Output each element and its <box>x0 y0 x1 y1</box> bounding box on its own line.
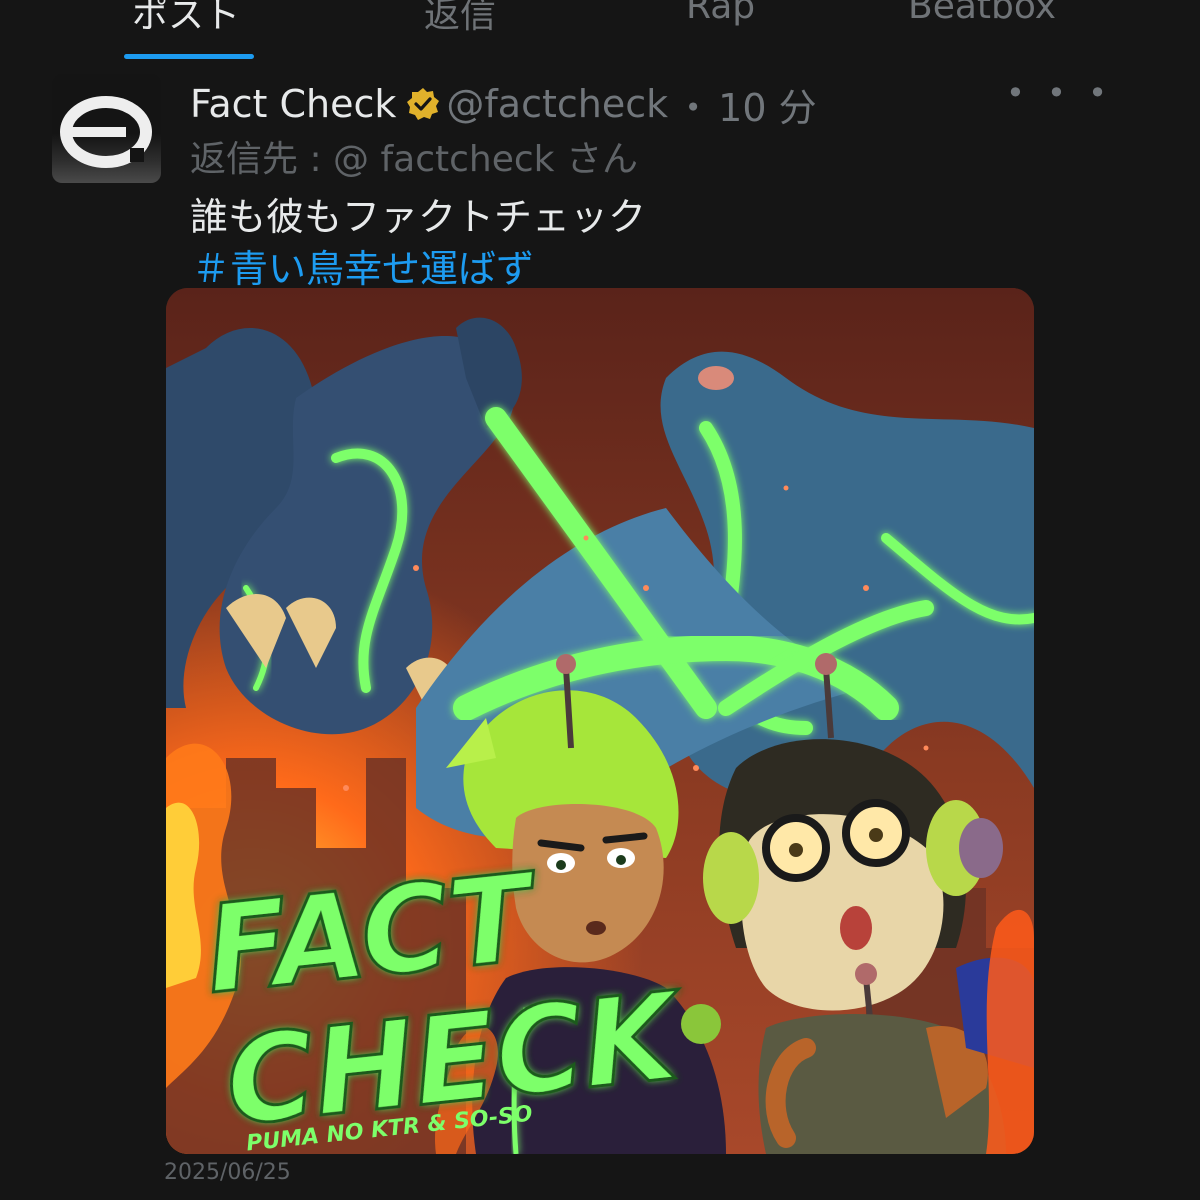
more-options-icon[interactable]: • • • <box>1006 74 1113 112</box>
album-cover-art: FACT CHECK PUMA NO KTR & SO-SO <box>166 288 1034 1154</box>
verified-badge-icon <box>406 87 440 121</box>
tab-rap[interactable]: Rap <box>686 0 755 27</box>
tab-bar: ポスト 返信 Rap Beatbox <box>0 0 1200 62</box>
author-handle[interactable]: @factcheck <box>446 82 668 126</box>
separator-dot: ・ <box>674 85 713 130</box>
avatar[interactable] <box>52 74 161 183</box>
reply-to-label: 返信先 : @ factcheck さん <box>190 139 638 180</box>
author-display-name[interactable]: Fact Check <box>190 82 396 126</box>
post-date: 2025/06/25 <box>164 1160 291 1185</box>
tab-replies[interactable]: 返信 <box>424 0 496 38</box>
author-line: Fact Check @factcheck ・ 10 分 <box>190 80 817 130</box>
active-tab-indicator <box>124 54 254 59</box>
post-time[interactable]: 10 分 <box>718 77 816 132</box>
post-image[interactable]: FACT CHECK PUMA NO KTR & SO-SO <box>166 288 1034 1154</box>
tab-beatbox[interactable]: Beatbox <box>908 0 1056 27</box>
fact-check-logo-icon <box>60 96 152 168</box>
hashtag-link[interactable]: ＃青い鳥幸せ運ばず <box>192 238 534 293</box>
post-text: 誰も彼もファクトチェック <box>190 195 647 239</box>
tab-posts[interactable]: ポスト <box>132 0 240 38</box>
